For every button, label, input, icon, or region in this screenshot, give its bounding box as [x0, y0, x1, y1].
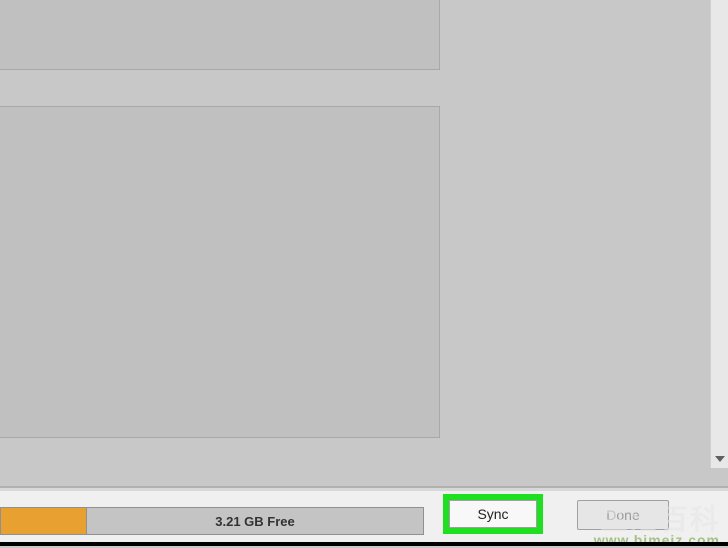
done-button[interactable]: Done [577, 500, 669, 530]
sync-button-highlight: Sync [443, 494, 543, 534]
storage-free-label: 3.21 GB Free [215, 514, 295, 529]
sync-button[interactable]: Sync [449, 500, 537, 528]
content-area [0, 0, 694, 546]
done-button-label: Done [606, 507, 639, 523]
scrollbar-vertical[interactable] [710, 0, 728, 468]
content-panel-bottom [0, 106, 440, 438]
storage-free-segment: 3.21 GB Free [86, 507, 424, 535]
sync-button-label: Sync [477, 506, 508, 522]
storage-capacity-bar: 3.21 GB Free [0, 506, 424, 536]
storage-used-segment [0, 507, 86, 535]
content-panel-top [0, 0, 440, 70]
scroll-down-arrow-icon[interactable] [711, 450, 728, 468]
bottom-border [0, 542, 728, 546]
footer-divider [0, 488, 728, 491]
footer-bar: 3.21 GB Free Sync Done 生活百科 www.bimeiz.c… [0, 486, 728, 546]
